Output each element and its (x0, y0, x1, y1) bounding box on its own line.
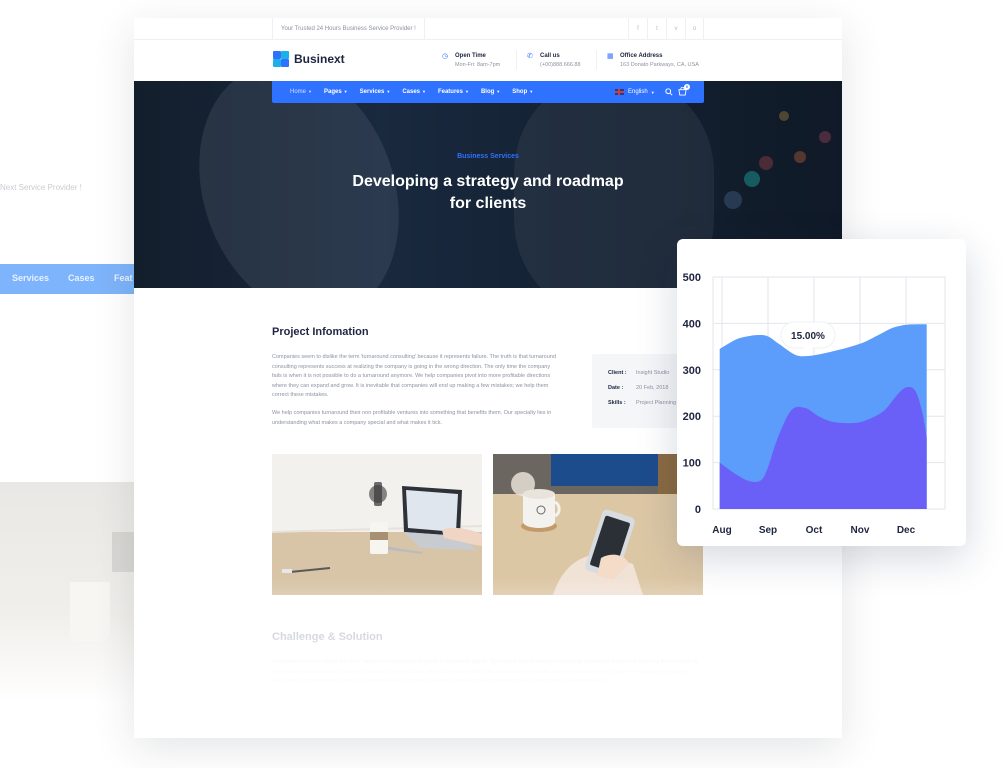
facebook-icon[interactable]: f (628, 18, 647, 40)
cup-shape (70, 582, 110, 642)
stage: Next Service Provider ! Services Cases F… (0, 0, 1006, 768)
call-us-info: ✆ Call us (+00)888.666.88 (527, 52, 581, 70)
nav-item-blog[interactable]: Blog ▼ (481, 81, 500, 103)
background-nav-item: Services (12, 273, 50, 283)
chevron-down-icon: ▼ (496, 89, 501, 94)
area-chart-card: 0 100 200 300 400 500 Aug Sep Oct Nov Dec 15.00% (677, 239, 966, 546)
x-tick-label: Aug (712, 525, 731, 536)
background-nav: Services Cases Feat (0, 264, 134, 294)
project-title: Project Infomation (272, 326, 369, 338)
call-us-label: Call us (540, 53, 560, 59)
clock-icon: ◷ (442, 53, 449, 60)
top-bar-tagline: Your Trusted 24 Hours Business Service P… (272, 18, 425, 40)
hero-kicker: Business Services (457, 153, 519, 160)
search-icon[interactable] (665, 88, 673, 96)
nav-item-shop[interactable]: Shop ▼ (512, 81, 533, 103)
chevron-down-icon: ▼ (308, 89, 312, 94)
main-nav: Home ▼ Pages ▼ Services ▼ Cases ▼ Features ▼ … (272, 81, 704, 103)
project-paragraph: We help companies turnaround their non p… (272, 410, 552, 426)
nav-item-features[interactable]: Features ▼ (438, 81, 469, 103)
chevron-down-icon: ▼ (343, 89, 348, 94)
info-client: Client : Insight Studio (608, 370, 670, 376)
building-icon: ▦ (607, 53, 614, 60)
divider (596, 50, 597, 70)
chevron-down-icon: ▼ (464, 89, 469, 94)
y-tick-label: 200 (683, 411, 701, 423)
brand-name: Businext (294, 52, 345, 66)
y-tick-label: 0 (695, 504, 701, 516)
language-selector[interactable]: English ▼ (615, 81, 655, 103)
instagram-icon[interactable]: o (685, 18, 704, 40)
laptop-photo (272, 454, 482, 595)
y-tick-label: 100 (683, 458, 701, 470)
hero-title: Developing a strategy and roadmap for cl… (134, 171, 842, 215)
open-time-label: Open Time (455, 53, 486, 59)
cart-count-badge: 0 (684, 84, 690, 90)
phone-photo (493, 454, 703, 595)
chevron-down-icon: ▼ (422, 89, 426, 94)
background-nav-item: Cases (68, 273, 95, 283)
x-tick-label: Nov (851, 525, 870, 536)
chevron-down-icon: ▼ (650, 89, 655, 95)
tooltip-value: 15.00% (791, 331, 825, 342)
background-photo (0, 482, 134, 702)
x-tick-label: Dec (897, 525, 916, 536)
chevron-down-icon: ▼ (529, 89, 534, 94)
nav-item-services[interactable]: Services ▼ (360, 81, 391, 103)
background-nav-item: Feat (114, 273, 133, 283)
office-value: 163 Donato Parkways, CA, USA (620, 62, 699, 68)
logo-mark-icon (273, 51, 289, 67)
challenge-title: Challenge & Solution (272, 631, 383, 643)
office-info: ▦ Office Address 163 Donato Parkways, CA… (607, 52, 699, 70)
nav-item-home[interactable]: Home ▼ (290, 81, 312, 103)
language-label: English (628, 89, 648, 95)
hero-title-line: Developing a strategy and roadmap (352, 173, 624, 190)
nav-item-pages[interactable]: Pages ▼ (324, 81, 348, 103)
phone-icon: ✆ (527, 53, 533, 60)
vimeo-icon[interactable]: v (666, 18, 685, 40)
top-bar: Your Trusted 24 Hours Business Service P… (134, 18, 842, 40)
y-tick-label: 300 (683, 365, 701, 377)
office-label: Office Address (620, 53, 663, 59)
project-paragraph: Companies seem to dislike the term 'turn… (272, 354, 556, 398)
challenge-text: Companies seem to dislike the term 'turn… (272, 659, 698, 684)
hero-title-line: for clients (449, 195, 527, 212)
x-tick-label: Oct (806, 525, 823, 536)
social-links: f t v o (628, 18, 704, 40)
chevron-down-icon: ▼ (386, 89, 391, 94)
brand-logo[interactable]: Businext (273, 51, 345, 67)
background-page-left: Next Service Provider ! Services Cases F… (0, 0, 134, 768)
x-tick-label: Sep (759, 525, 777, 536)
y-tick-label: 400 (683, 318, 701, 330)
info-date: Date :20 Feb, 2018 (608, 385, 669, 391)
open-time-value: Mon-Fri: 8am-7pm (455, 62, 501, 68)
nav-items: Home ▼ Pages ▼ Services ▼ Cases ▼ Features ▼ … (290, 81, 545, 103)
tooltip-pointer (803, 347, 813, 353)
twitter-icon[interactable]: t (647, 18, 666, 40)
area-chart: 0 100 200 300 400 500 Aug Sep Oct Nov Dec 15.00% (683, 272, 946, 536)
divider (516, 50, 517, 70)
info-skills: Skills : Project Planning (608, 400, 677, 406)
open-time-info: ◷ Open Time Mon-Fri: 8am-7pm (442, 52, 500, 70)
background-tagline: Next Service Provider ! (0, 183, 82, 192)
uk-flag-icon (615, 89, 624, 95)
lamp-shape (112, 532, 134, 572)
call-us-value[interactable]: (+00)888.666.88 (540, 61, 581, 70)
y-tick-label: 500 (683, 272, 701, 284)
nav-item-cases[interactable]: Cases ▼ (402, 81, 426, 103)
